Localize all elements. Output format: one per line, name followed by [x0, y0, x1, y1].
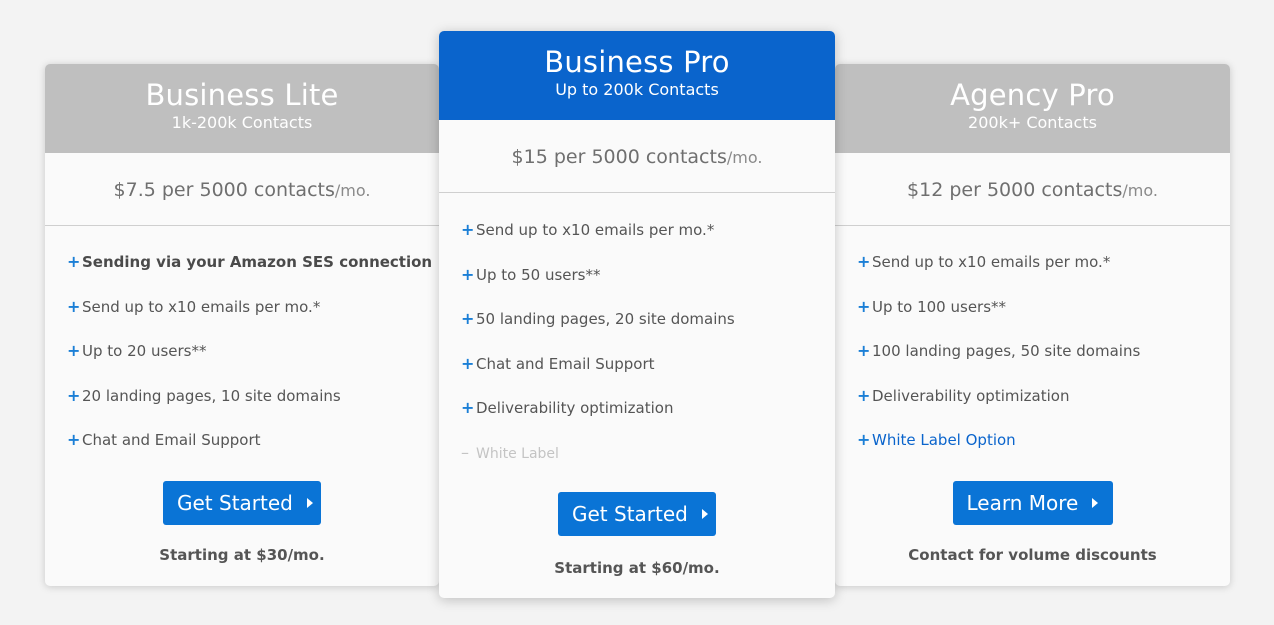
plan-footer-note: Contact for volume discounts — [908, 546, 1157, 564]
plus-icon: + — [461, 264, 475, 284]
feature-item: + Up to 50 users** — [461, 253, 835, 298]
plus-icon: + — [461, 309, 475, 328]
plan-price: $7.5 per 5000 contacts/mo. — [45, 153, 439, 226]
feature-item: + Chat and Email Support — [461, 342, 835, 387]
plus-icon: + — [857, 430, 871, 449]
feature-text: Send up to x10 emails per mo.* — [872, 253, 1111, 271]
feature-item: + Up to 20 users** — [67, 329, 439, 374]
feature-list: + Send up to x10 emails per mo.* + Up to 5… — [439, 193, 835, 475]
button-label: Learn More — [966, 491, 1079, 515]
feature-text: 20 landing pages, 10 site domains — [82, 386, 341, 405]
plus-icon: + — [67, 252, 81, 271]
plus-icon: + — [67, 430, 81, 449]
caret-right-icon — [701, 508, 708, 519]
plus-icon: + — [461, 353, 475, 373]
plan-price: $12 per 5000 contacts/mo. — [835, 153, 1230, 226]
plan-card-agency-pro: Agency Pro 200k+ Contacts $12 per 5000 c… — [835, 64, 1230, 586]
feature-item-unavailable: – White Label — [461, 431, 835, 476]
caret-right-icon — [306, 497, 313, 508]
get-started-button[interactable]: Get Started — [558, 492, 716, 536]
feature-item: + Up to 100 users** — [857, 285, 1230, 330]
price-amount: $12 per 5000 contacts — [907, 179, 1123, 201]
price-unit: /mo. — [334, 181, 371, 200]
feature-item: + Send up to x10 emails per mo.* — [857, 240, 1230, 285]
feature-text: Chat and Email Support — [82, 431, 261, 449]
plus-icon: + — [857, 296, 871, 316]
plus-icon: + — [857, 252, 871, 271]
learn-more-button[interactable]: Learn More — [952, 481, 1113, 525]
plus-icon: + — [461, 398, 475, 417]
feature-text: 100 landing pages, 50 site domains — [872, 342, 1141, 360]
plan-subtitle: Up to 200k Contacts — [555, 80, 719, 99]
caret-right-icon — [1092, 497, 1099, 508]
plan-price: $15 per 5000 contacts/mo. — [439, 120, 835, 193]
plus-icon: + — [857, 385, 871, 405]
feature-item: +20 landing pages, 10 site domains — [67, 374, 439, 419]
white-label-option-link[interactable]: White Label Option — [872, 431, 1016, 449]
price-amount: $15 per 5000 contacts — [511, 146, 727, 168]
feature-list: + Sending via your Amazon SES connection … — [45, 226, 439, 463]
feature-item: +50 landing pages, 20 site domains — [461, 297, 835, 342]
feature-text: Deliverability optimization — [872, 386, 1070, 405]
feature-list: + Send up to x10 emails per mo.* + Up to 1… — [835, 226, 1230, 463]
feature-item: + Sending via your Amazon SES connection — [67, 240, 439, 285]
plan-subtitle: 1k-200k Contacts — [171, 113, 313, 132]
feature-item: + Deliverability optimization — [461, 386, 835, 431]
plan-header: Business Lite 1k-200k Contacts — [45, 64, 439, 153]
plan-footer-note: Starting at $60/mo. — [554, 559, 720, 577]
plan-footer-note: Starting at $30/mo. — [159, 546, 325, 564]
plan-card-business-pro: Business Pro Up to 200k Contacts $15 per… — [439, 31, 835, 598]
button-label: Get Started — [177, 491, 293, 515]
minus-icon: – — [461, 442, 469, 462]
price-unit: /mo. — [1122, 181, 1158, 200]
plus-icon: + — [857, 341, 871, 360]
feature-text: Deliverability optimization — [476, 399, 674, 417]
plan-card-business-lite: Business Lite 1k-200k Contacts $7.5 per … — [45, 64, 439, 586]
feature-text: Send up to x10 emails per mo.* — [82, 297, 321, 316]
plus-icon: + — [67, 296, 81, 316]
feature-text: Up to 100 users** — [872, 297, 1007, 316]
button-label: Get Started — [572, 502, 688, 526]
feature-text: Up to 50 users** — [476, 265, 601, 284]
plus-icon: + — [67, 341, 81, 360]
get-started-button[interactable]: Get Started — [163, 481, 321, 525]
plan-title: Agency Pro — [950, 78, 1115, 112]
plus-icon: + — [67, 385, 81, 405]
price-unit: /mo. — [726, 148, 763, 167]
feature-text: Send up to x10 emails per mo.* — [476, 221, 715, 239]
price-amount: $7.5 per 5000 contacts — [113, 179, 335, 201]
feature-text: Chat and Email Support — [476, 354, 655, 373]
feature-item: +100 landing pages, 50 site domains — [857, 329, 1230, 374]
plan-header: Agency Pro 200k+ Contacts — [835, 64, 1230, 153]
feature-text: 50 landing pages, 20 site domains — [476, 310, 735, 328]
feature-text: Sending via your Amazon SES connection — [82, 253, 433, 271]
plan-title: Business Pro — [544, 45, 730, 79]
plan-subtitle: 200k+ Contacts — [968, 113, 1097, 132]
plan-header: Business Pro Up to 200k Contacts — [439, 31, 835, 120]
plan-title: Business Lite — [145, 78, 339, 112]
feature-item: + Send up to x10 emails per mo.* — [461, 208, 835, 253]
feature-text: White Label — [476, 445, 559, 462]
feature-item: + Send up to x10 emails per mo.* — [67, 285, 439, 330]
feature-item: + Chat and Email Support — [67, 418, 439, 463]
feature-item: + Deliverability optimization — [857, 374, 1230, 419]
feature-text: Up to 20 users** — [82, 342, 207, 360]
plus-icon: + — [461, 220, 475, 239]
feature-item-link[interactable]: + White Label Option — [857, 418, 1230, 463]
